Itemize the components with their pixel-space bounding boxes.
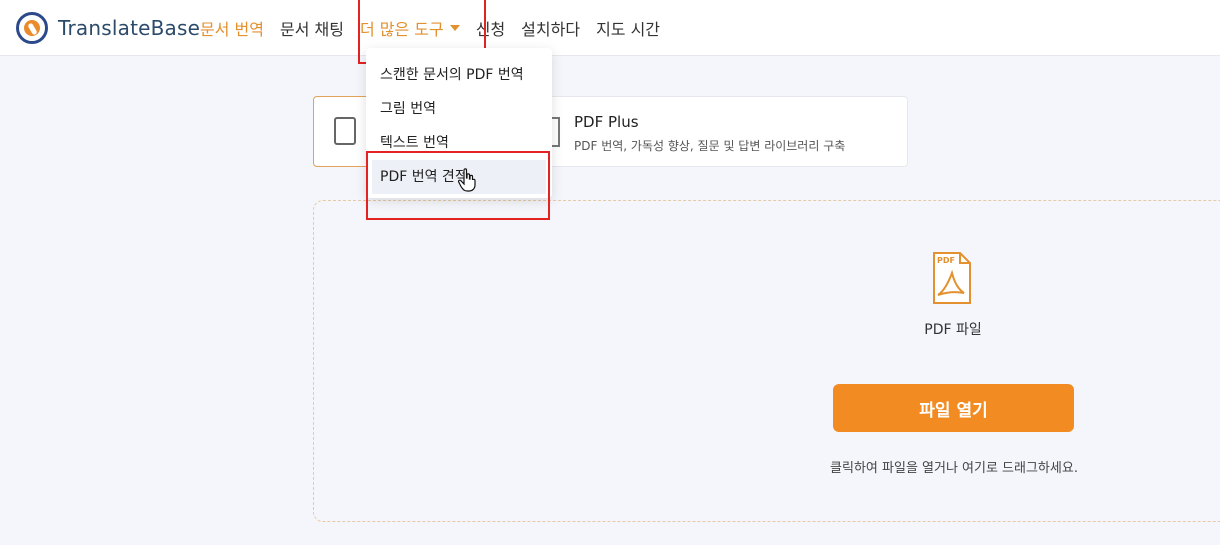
pdf-plus-description: PDF 번역, 가독성 향상, 질문 및 답변 라이브러리 구축	[574, 139, 846, 153]
nav-item-document-chat[interactable]: 문서 채팅	[280, 16, 344, 40]
menu-item-scanned-pdf-translation[interactable]: 스캔한 문서의 PDF 번역	[366, 58, 552, 92]
brand-name: TranslateBase	[58, 16, 201, 40]
pdf-plus-title: PDF Plus	[574, 113, 639, 131]
tool-card-pdf-plus[interactable]: PDF Plus PDF 번역, 가독성 향상, 질문 및 답변 라이브러리 구…	[545, 96, 908, 167]
pdf-file-icon: PDF	[933, 252, 971, 304]
nav-item-install[interactable]: 설치하다	[521, 16, 580, 40]
menu-item-image-translation[interactable]: 그림 번역	[366, 92, 552, 126]
brand-logo[interactable]: TranslateBase	[16, 12, 200, 44]
pdf-icon-text: PDF	[937, 256, 955, 265]
caret-down-icon	[449, 25, 460, 31]
nav-item-more-tools[interactable]: 더 많은 도구	[360, 16, 460, 40]
open-file-button[interactable]: 파일 열기	[833, 384, 1074, 432]
nav-item-document-translation[interactable]: 문서 번역	[200, 16, 264, 40]
file-drop-zone[interactable]: PDF PDF 파일 파일 열기 클릭하여 파일을 열거나 여기로 드래그하세요…	[313, 200, 1220, 522]
more-tools-label: 더 많은 도구	[359, 20, 444, 39]
nav-item-apply[interactable]: 신청	[476, 16, 505, 40]
documents-icon	[330, 117, 356, 153]
top-navigation-bar: TranslateBase 문서 번역 문서 채팅 더 많은 도구 신청 설치하…	[0, 0, 1220, 56]
drop-hint-text: 클릭하여 파일을 열거나 여기로 드래그하세요.	[830, 461, 1078, 476]
hand-cursor-icon	[458, 168, 476, 192]
nav-item-tutorial[interactable]: 지도 시간	[596, 16, 660, 40]
globe-logo-icon	[16, 12, 48, 44]
tool-card-document[interactable]	[313, 96, 373, 167]
menu-item-text-translation[interactable]: 텍스트 번역	[366, 126, 552, 160]
file-type-label: PDF 파일	[924, 322, 982, 338]
